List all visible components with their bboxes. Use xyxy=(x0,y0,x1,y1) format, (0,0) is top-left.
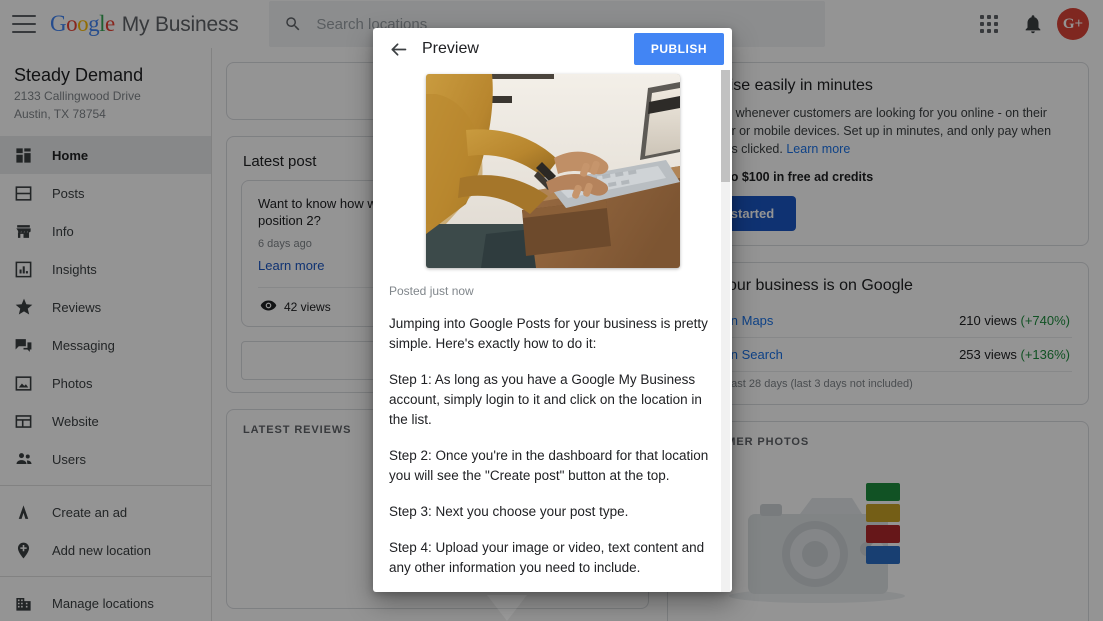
modal-scroll-area[interactable]: Posted just now Jumping into Google Post… xyxy=(373,70,732,592)
post-paragraph: Jumping into Google Posts for your busin… xyxy=(389,316,708,351)
page-scroll-indicator xyxy=(487,595,527,621)
post-preview-image xyxy=(425,74,680,268)
post-paragraph: Step 4: Upload your image or video, text… xyxy=(389,540,705,575)
modal-header: Preview PUBLISH xyxy=(373,28,732,70)
preview-modal: Preview PUBLISH Posted just now Jumping … xyxy=(373,28,732,592)
modal-title: Preview xyxy=(422,40,479,57)
modal-scrollbar-thumb[interactable] xyxy=(721,70,730,182)
post-paragraph: Step 2: Once you're in the dashboard for… xyxy=(389,448,709,483)
posted-timestamp: Posted just now xyxy=(389,284,474,298)
post-paragraph: Step 3: Next you choose your post type. xyxy=(389,504,629,519)
back-arrow-icon[interactable] xyxy=(383,34,413,64)
modal-content: Posted just now Jumping into Google Post… xyxy=(373,74,732,592)
publish-button[interactable]: PUBLISH xyxy=(633,33,724,65)
post-paragraph: Step 1: As long as you have a Google My … xyxy=(389,372,702,427)
